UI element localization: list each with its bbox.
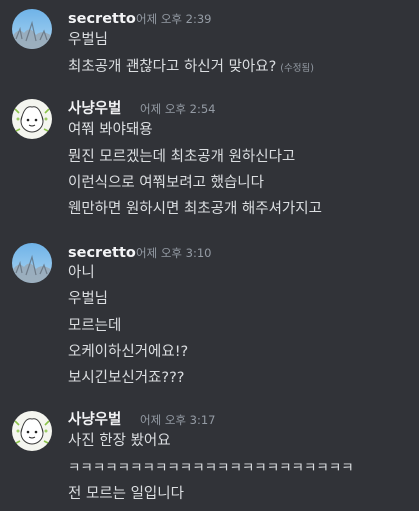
message-text: 우벌님 <box>68 32 109 48</box>
message-text: 이런식으로 여쭤보려고 했습니다 <box>68 175 264 191</box>
message-text: 뭔진 모르겠는데 최초공개 원하신다고 <box>68 149 296 165</box>
timestamp: 어제 오후 3:10 <box>136 246 212 260</box>
message-text: 웬만하면 원하시면 최초공개 해주셔가지고 <box>68 201 322 217</box>
sky-tree-photo-avatar-icon <box>12 243 52 283</box>
username[interactable]: 사냥우벌 <box>68 100 121 118</box>
message-text: 모르는데 <box>68 318 122 334</box>
message-text: 아니 <box>68 265 95 281</box>
avatar[interactable] <box>12 99 52 139</box>
timestamp: 어제 오후 3:17 <box>140 413 216 427</box>
message-text: 보시긴보신거죠??? <box>68 370 185 386</box>
message-text: 최초공개 괜찮다고 하신거 맞아요? (수정됨) <box>68 57 314 79</box>
message-text: 오케이하신거에요!? <box>68 344 189 360</box>
message-text: ㅋㅋㅋㅋㅋㅋㅋㅋㅋㅋㅋㅋㅋㅋㅋㅋㅋㅋㅋㅋㅋㅋㅋ <box>68 460 354 476</box>
cartoon-character-avatar-icon <box>12 411 52 451</box>
username[interactable]: secretto <box>68 10 136 28</box>
message-text: 여쭤 봐야돼용 <box>68 122 153 138</box>
timestamp: 어제 오후 2:54 <box>140 102 216 116</box>
message-content: 최초공개 괜찮다고 하신거 맞아요? <box>68 59 277 75</box>
timestamp: 어제 오후 2:39 <box>136 12 212 26</box>
chat-message-list: secretto 어제 오후 2:39 우벌님 최초공개 괜찮다고 하신거 맞아… <box>0 0 419 511</box>
message-text: 우벌님 <box>68 291 109 307</box>
avatar[interactable] <box>12 9 52 49</box>
edited-label: (수정됨) <box>280 63 314 74</box>
cartoon-character-avatar-icon <box>12 99 52 139</box>
username[interactable]: 사냥우벌 <box>68 411 121 429</box>
avatar[interactable] <box>12 243 52 283</box>
message-text: 전 모르는 일입니다 <box>68 486 184 502</box>
sky-tree-photo-avatar-icon <box>12 9 52 49</box>
message-text: 사진 한장 봤어요 <box>68 433 171 449</box>
username[interactable]: secretto <box>68 244 136 262</box>
avatar[interactable] <box>12 411 52 451</box>
